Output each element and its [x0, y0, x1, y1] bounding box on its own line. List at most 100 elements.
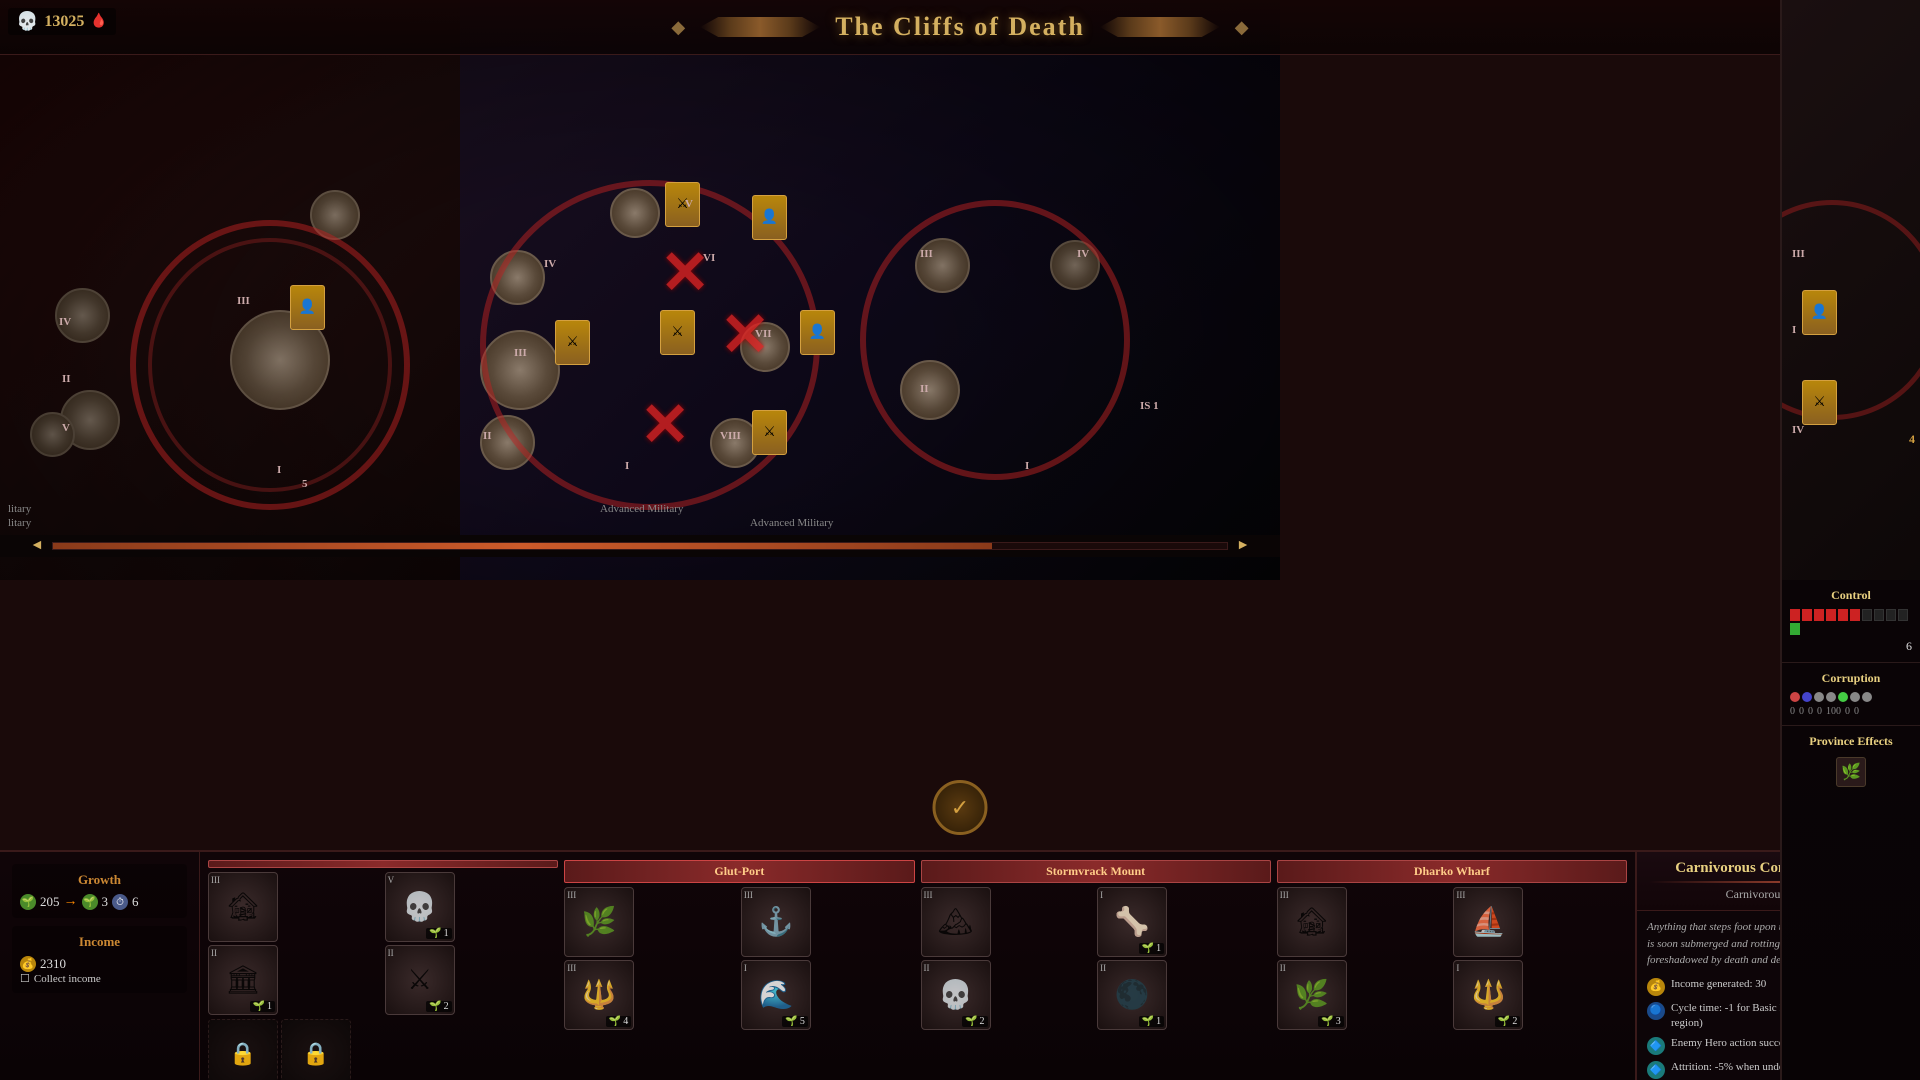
corruption-val-4: 100 [1826, 706, 1841, 717]
tier-badge-3-2: II [1280, 963, 1286, 973]
province-effects-icon[interactable]: 🌿 [1836, 757, 1866, 787]
unit-card-5[interactable]: ⚔ [660, 310, 695, 355]
income-icon: 💰 [20, 956, 36, 972]
map-num-iii-left: III [237, 295, 250, 307]
building-slot-1-0[interactable]: III 🌿 [564, 887, 634, 957]
corruption-pip-chaos [1790, 692, 1800, 702]
map-label-left-static: litary [8, 517, 31, 529]
confirm-button[interactable]: ✓ [933, 780, 988, 835]
map-num-5: 5 [302, 478, 308, 490]
scroll-left-arrow[interactable]: ◄ [30, 538, 44, 554]
map-num-ii-left: II [62, 373, 71, 385]
building-slot-3-2[interactable]: II 🌿 🌱3 [1277, 960, 1347, 1030]
scroll-right-arrow[interactable]: ► [1236, 538, 1250, 554]
tier-badge-0-1: V [388, 875, 395, 885]
settlements-area: The Sunken Sewers III 🏚 V 💀 🌱1 II 🏛 🌱1 [200, 852, 1635, 1080]
scroll-thumb[interactable] [53, 543, 992, 549]
building-badge-1-3: 🌱5 [782, 1016, 807, 1027]
unit-card-right-2[interactable]: ⚔ [1802, 380, 1837, 425]
corruption-values: 0 0 0 0 100 0 0 [1790, 706, 1912, 717]
lock-icon-0-1: 🔒 [302, 1041, 329, 1067]
title-bar: The Cliffs of Death [0, 0, 1920, 55]
scroll-track[interactable] [52, 542, 1228, 550]
health-pip-9 [1886, 609, 1896, 621]
building-icon-2-3: 🌑 [1115, 978, 1150, 1012]
tier-badge-2-3: II [1100, 963, 1106, 973]
building-slot-1-3[interactable]: I 🌊 🌱5 [741, 960, 811, 1030]
building-slot-3-3[interactable]: I 🔱 🌱2 [1453, 960, 1523, 1030]
building-slot-1-1[interactable]: III ⚓ [741, 887, 811, 957]
map-num-iii-r: III [920, 248, 933, 260]
growth-icon: 🌱 [20, 894, 36, 910]
lock-slot-0-0[interactable]: 🔒 [208, 1019, 278, 1080]
map-num-iv-r: IV [1077, 248, 1089, 260]
map-label-advanced: Advanced Military [600, 503, 683, 515]
building-grid-sunken-sewers: III 🏚 V 💀 🌱1 II 🏛 🌱1 II ⚔ 🌱2 [208, 872, 558, 1015]
unit-card-9[interactable]: ⚔ [555, 320, 590, 365]
health-bar-row [1790, 609, 1912, 635]
building-slot-2-1[interactable]: I 🦴 🌱1 [1097, 887, 1167, 957]
tier-badge-2-0: III [924, 890, 933, 900]
unit-card-right-1[interactable]: 👤 [1802, 290, 1837, 335]
tier-badge-1-2: III [567, 963, 576, 973]
map-label-center-static: Advanced Military [750, 517, 833, 529]
growth-turns: 6 [132, 894, 139, 910]
title-wing-right [1100, 17, 1220, 37]
collect-income-button[interactable]: ☐ Collect income [20, 972, 179, 985]
corruption-val-2: 0 [1808, 706, 1813, 717]
corruption-val-0: 0 [1790, 706, 1795, 717]
building-slot-0-1[interactable]: V 💀 🌱1 [385, 872, 455, 942]
map-num-v-c: V [685, 198, 693, 210]
settlement-circle-left-4[interactable] [30, 412, 75, 457]
settlement-name-sunken-sewers[interactable]: The Sunken Sewers [208, 860, 558, 868]
settlement-stormvrack-mount: Stormvrack Mount III 🏔 I 🦴 🌱1 II 💀 🌱2 [921, 860, 1271, 1072]
tier-badge-1-0: III [567, 890, 576, 900]
building-icon-3-1: ⛵ [1471, 905, 1506, 939]
map-right-panel: 👤 ⚔ III IV I 4 [1782, 0, 1920, 580]
scroll-bar[interactable]: ◄ ► [0, 535, 1280, 557]
building-slot-1-2[interactable]: III 🔱 🌱4 [564, 960, 634, 1030]
building-slot-2-3[interactable]: II 🌑 🌱1 [1097, 960, 1167, 1030]
unit-card-6[interactable]: ⚔ [752, 410, 787, 455]
growth-section: Growth 🌱 205 → 🌱 3 ⏱ 6 [12, 864, 187, 918]
settlement-name-glut-port[interactable]: Glut-Port [564, 860, 914, 883]
building-icon-1-1: ⚓ [758, 905, 793, 939]
building-icon-3-0: 🏚 [1294, 905, 1330, 939]
building-slot-0-2[interactable]: II 🏛 🌱1 [208, 945, 278, 1015]
battle-marker-3: ✕ [640, 390, 690, 460]
title-decoration: The Cliffs of Death [671, 12, 1248, 42]
building-icon-2-2: 💀 [938, 978, 973, 1012]
map-num-i-far-right: I [1792, 324, 1796, 336]
building-slot-3-1[interactable]: III ⛵ [1453, 887, 1523, 957]
health-pip-7 [1862, 609, 1872, 621]
corruption-section: Corruption 0 0 0 0 100 0 0 [1782, 663, 1920, 726]
building-slot-0-3[interactable]: II ⚔ 🌱2 [385, 945, 455, 1015]
right-panel-number-4: 4 [1909, 432, 1915, 447]
health-pip-10 [1898, 609, 1908, 621]
health-pip-3 [1814, 609, 1824, 621]
tier-badge-3-1: III [1456, 890, 1465, 900]
unit-card-3[interactable]: 👤 [752, 195, 787, 240]
effect-icon-cyan-1: 🔷 [1647, 1037, 1665, 1055]
building-slot-3-0[interactable]: III 🏚 [1277, 887, 1347, 957]
building-slot-2-0[interactable]: III 🏔 [921, 887, 991, 957]
settlement-name-dharko-wharf[interactable]: Dharko Wharf [1277, 860, 1627, 883]
building-icon-2-1: 🦴 [1115, 905, 1150, 939]
settlement-sunken-sewers: The Sunken Sewers III 🏚 V 💀 🌱1 II 🏛 🌱1 [208, 860, 558, 1072]
province-effects-icon-container: 🌿 [1790, 757, 1912, 787]
lock-icon-0-0: 🔒 [229, 1041, 256, 1067]
income-value: 2310 [40, 956, 66, 972]
growth-arrow: → [64, 894, 78, 910]
lock-slot-0-1[interactable]: 🔒 [281, 1019, 351, 1080]
unit-card-2[interactable]: ⚔ [665, 182, 700, 227]
tier-badge-3-3: I [1456, 963, 1459, 973]
corruption-val-5: 0 [1845, 706, 1850, 717]
unit-card-4[interactable]: 👤 [800, 310, 835, 355]
unit-card-1[interactable]: 👤 [290, 285, 325, 330]
building-slot-2-2[interactable]: II 💀 🌱2 [921, 960, 991, 1030]
building-badge-3-3: 🌱2 [1495, 1016, 1520, 1027]
confirm-icon: ✓ [951, 795, 969, 821]
settlement-name-stormvrack-mount[interactable]: Stormvrack Mount [921, 860, 1271, 883]
building-slot-0-0[interactable]: III 🏚 [208, 872, 278, 942]
battle-marker-1: ✕ [660, 238, 710, 308]
